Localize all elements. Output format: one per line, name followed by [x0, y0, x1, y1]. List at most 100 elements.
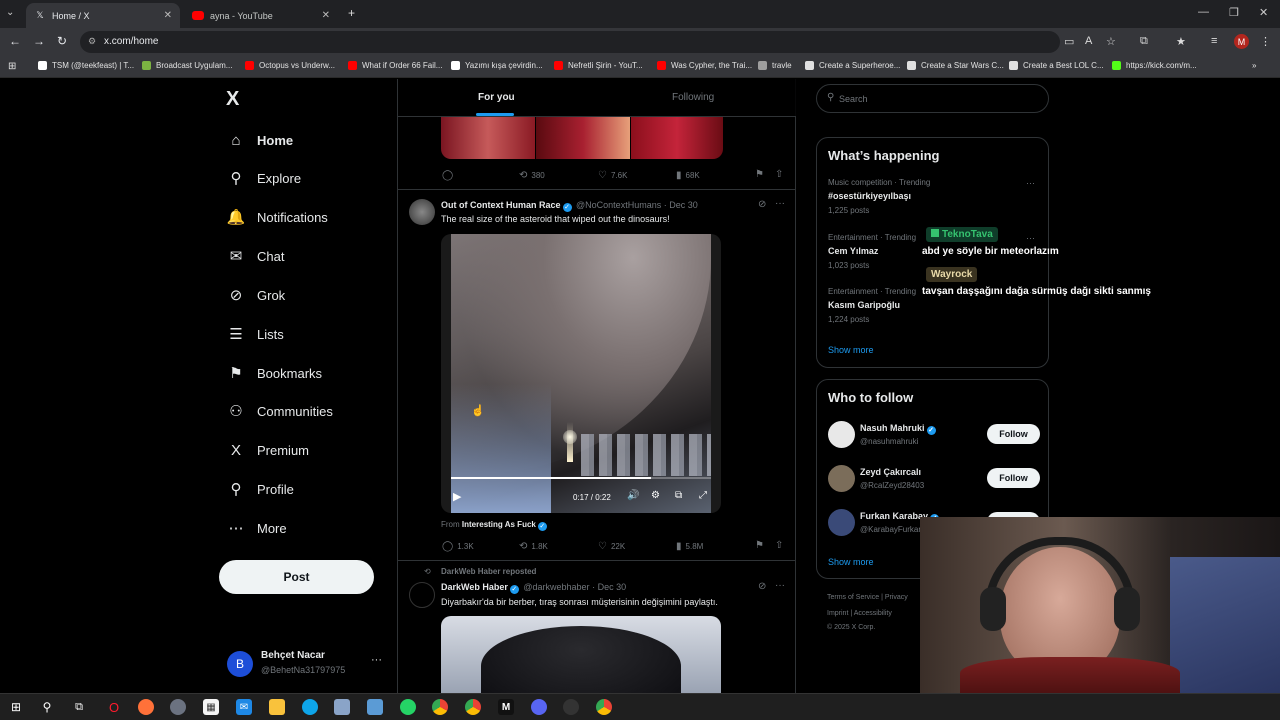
repost-button[interactable]: ⟲ 1.8K [519, 541, 548, 552]
bookmark-post-icon[interactable]: ⚑ [755, 540, 764, 551]
tab-x-home[interactable]: 𝕏 Home / X ✕ [26, 3, 180, 28]
close-tab-icon[interactable]: ✕ [322, 10, 330, 21]
share-icon[interactable]: ⇧ [775, 169, 783, 180]
chrome-icon[interactable] [465, 699, 481, 715]
bookmark-item[interactable]: travle [758, 61, 792, 70]
tab-following[interactable]: Following [672, 92, 714, 103]
post-image[interactable] [441, 117, 723, 159]
bookmark-item[interactable]: Create a Superheroe... [805, 61, 900, 70]
grok-icon[interactable]: ⊘ [758, 581, 766, 592]
obs-icon[interactable] [563, 699, 579, 715]
minimize-icon[interactable]: — [1198, 6, 1209, 18]
trend-more-icon[interactable]: ··· [1026, 178, 1035, 188]
avatar[interactable] [409, 199, 435, 225]
like-button[interactable]: ♡ 7.6K [598, 170, 627, 181]
store-icon[interactable]: ▦ [203, 699, 219, 715]
more-bookmarks-icon[interactable]: » [1252, 61, 1256, 70]
install-app-icon[interactable]: ▭ [1064, 35, 1074, 48]
nav-item-profile[interactable]: ⚲ Profile [227, 477, 294, 501]
apps-grid-icon[interactable]: ⊞ [8, 61, 16, 72]
app-icon[interactable] [334, 699, 350, 715]
video-player[interactable]: ▶ 0:17 / 0:22 🔊 ⚙ ⧉ ⤢ ☝ [441, 234, 721, 513]
follow-button[interactable]: Follow [987, 424, 1040, 444]
profile-avatar[interactable]: M [1234, 34, 1249, 49]
whatsapp-icon[interactable] [400, 699, 416, 715]
chrome-icon[interactable] [596, 699, 612, 715]
firefox-icon[interactable] [138, 699, 154, 715]
reposted-by[interactable]: DarkWeb Haber reposted [441, 567, 536, 576]
opera-icon[interactable]: O [106, 699, 122, 715]
media-controls-icon[interactable]: ≡ [1211, 35, 1217, 47]
translate-icon[interactable]: A [1085, 35, 1092, 47]
bookmark-item[interactable]: What if Order 66 Fail... [348, 61, 442, 70]
search-input[interactable]: ⚲ Search [816, 84, 1049, 113]
windows-start-icon[interactable]: ⊞ [8, 699, 24, 715]
search-icon[interactable]: ⚲ [39, 699, 55, 715]
author-handle[interactable]: @darkwebhaber [523, 582, 589, 592]
x-logo[interactable]: X [226, 88, 239, 111]
avatar[interactable] [828, 509, 855, 536]
tweet-date[interactable]: · Dec 30 [664, 200, 698, 210]
volume-icon[interactable]: 🔊 [627, 490, 639, 501]
star-bookmark-icon[interactable]: ☆ [1106, 35, 1116, 48]
reload-icon[interactable]: ↻ [57, 34, 67, 48]
reply-button[interactable]: ◯ 1.3K [442, 541, 474, 552]
tab-for-you[interactable]: For you [478, 92, 515, 103]
author-handle[interactable]: @NoContextHumans [576, 200, 661, 210]
bookmark-item[interactable]: Octopus vs Underw... [245, 61, 335, 70]
trend-more-icon[interactable]: ··· [1026, 233, 1035, 243]
kebab-menu-icon[interactable]: ⋮ [1260, 35, 1271, 48]
grok-icon[interactable]: ⊘ [758, 199, 766, 210]
show-more-link[interactable]: Show more [828, 345, 874, 355]
fullscreen-icon[interactable]: ⤢ [699, 490, 707, 501]
site-info-icon[interactable]: ⚙ [88, 36, 96, 47]
app-icon[interactable] [367, 699, 383, 715]
nav-item-grok[interactable]: ⊘ Grok [227, 283, 285, 307]
pip-icon[interactable]: ⧉ [675, 490, 682, 501]
task-view-icon[interactable]: ⧉ [71, 699, 87, 715]
bookmark-item[interactable]: Create a Star Wars C... [907, 61, 1004, 70]
reply-button[interactable]: ◯ [442, 170, 457, 181]
app-icon[interactable] [170, 699, 186, 715]
nav-item-premium[interactable]: X Premium [227, 438, 309, 462]
nav-item-home[interactable]: ⌂ Home [227, 128, 293, 152]
bookmark-item[interactable]: Broadcast Uygulam... [142, 61, 232, 70]
views-button[interactable]: ▮ 5.8M [676, 541, 703, 552]
close-tab-icon[interactable]: ✕ [164, 10, 172, 21]
tweet-date[interactable]: · Dec 30 [592, 582, 626, 592]
avatar[interactable] [409, 582, 435, 608]
accessibility-link[interactable]: Accessibility [854, 610, 892, 617]
terms-link[interactable]: Terms of Service [827, 594, 879, 601]
nav-item-notifications[interactable]: 🔔 Notifications [227, 205, 328, 229]
tab-youtube[interactable]: ayna - YouTube ✕ [184, 3, 338, 28]
chrome-icon[interactable] [432, 699, 448, 715]
mail-app-icon[interactable]: ✉ [236, 699, 252, 715]
more-options-icon[interactable]: ··· [775, 580, 785, 591]
bookmark-item[interactable]: https://kick.com/m... [1112, 61, 1197, 70]
post-button[interactable]: Post [219, 560, 374, 594]
show-more-link[interactable]: Show more [828, 557, 874, 567]
author-name[interactable]: DarkWeb Haber [441, 582, 508, 592]
forward-arrow-icon[interactable]: → [33, 34, 45, 48]
follow-button[interactable]: Follow [987, 468, 1040, 488]
new-tab-button[interactable]: + [348, 6, 355, 20]
edge-icon[interactable] [302, 699, 318, 715]
imprint-link[interactable]: Imprint [827, 610, 848, 617]
settings-gear-icon[interactable]: ⚙ [651, 490, 660, 501]
post-image[interactable] [441, 616, 721, 693]
tab-search-chevron-icon[interactable]: ⌄ [6, 7, 14, 18]
bookmark-item[interactable]: Nefretli Şirin - YouT... [554, 61, 643, 70]
nav-item-chat[interactable]: ✉ Chat [227, 244, 285, 268]
share-icon[interactable]: ⇧ [775, 540, 783, 551]
bookmark-item[interactable]: TSM (@teekfeast) | T... [38, 61, 134, 70]
avatar[interactable] [828, 421, 855, 448]
views-button[interactable]: ▮ 68K [676, 170, 700, 181]
account-switcher[interactable]: B Behçet Nacar @BehetNa31797975 ··· [227, 647, 387, 683]
address-bar[interactable]: ⚙ x.com/home [80, 31, 1060, 53]
bookmark-item[interactable]: Create a Best LOL C... [1009, 61, 1104, 70]
privacy-link[interactable]: Privacy [885, 594, 908, 601]
discord-icon[interactable] [531, 699, 547, 715]
nav-item-lists[interactable]: ☰ Lists [227, 322, 283, 346]
from-source[interactable]: Interesting As Fuck [462, 520, 536, 529]
play-icon[interactable]: ▶ [453, 490, 461, 503]
